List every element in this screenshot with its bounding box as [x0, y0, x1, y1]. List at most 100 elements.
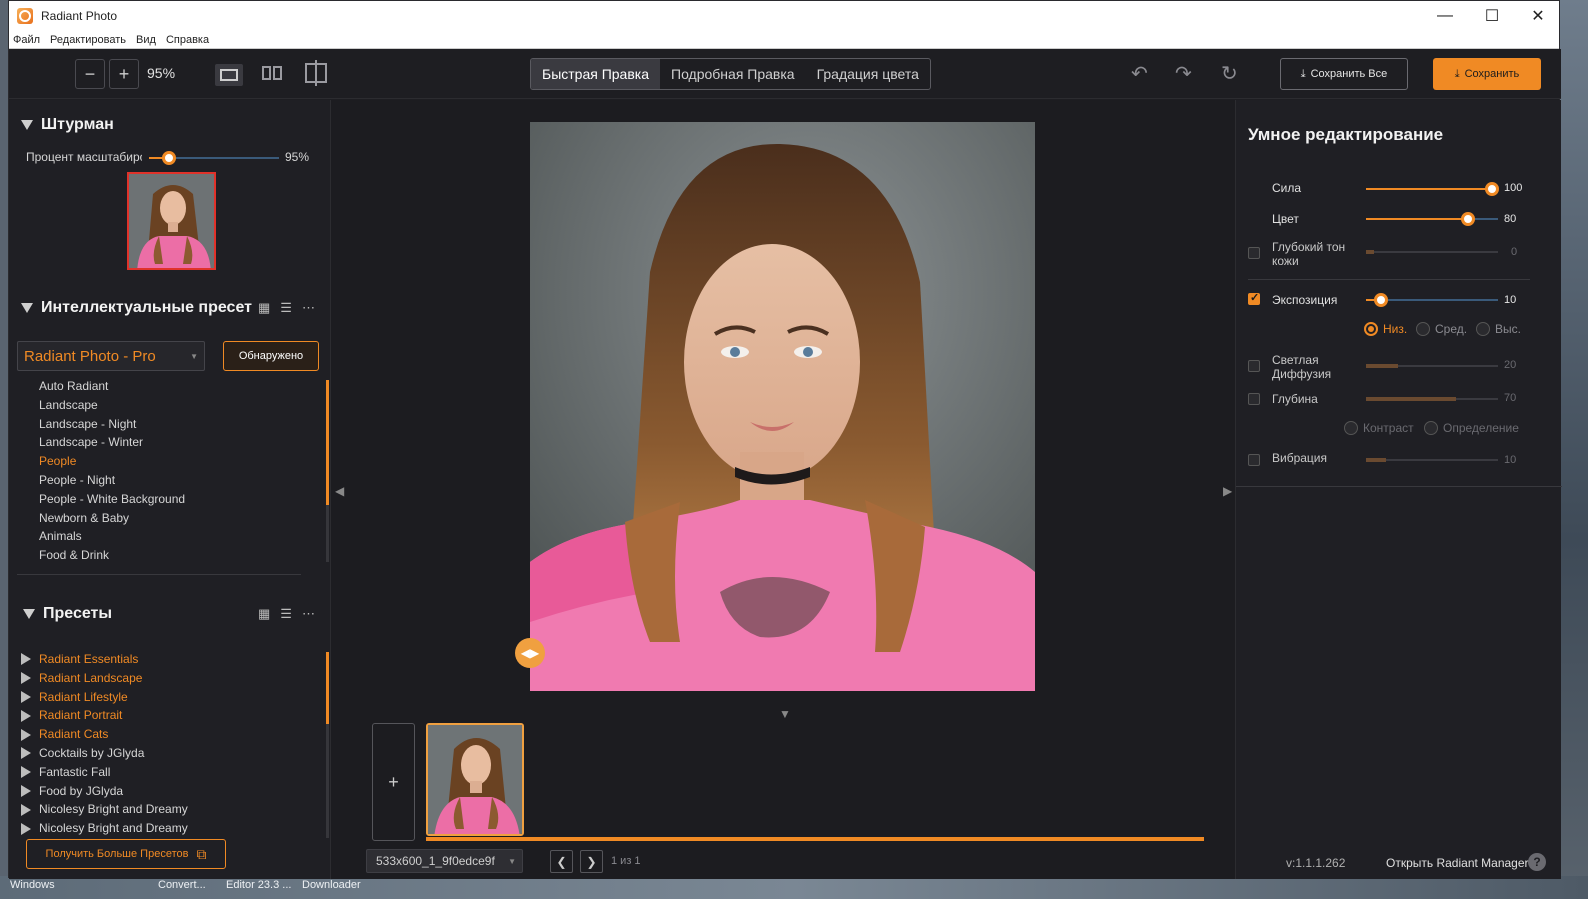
- reset-icon[interactable]: ↻: [1221, 61, 1238, 86]
- preset-group[interactable]: Radiant Cats: [21, 725, 188, 744]
- navigator-photo: [129, 174, 214, 268]
- smart-preset-dropdown-value: Radiant Photo - Pro: [24, 347, 156, 365]
- vibrance-checkbox[interactable]: [1248, 454, 1260, 466]
- depth-checkbox[interactable]: [1248, 393, 1260, 405]
- zoom-out-button[interactable]: −: [75, 59, 105, 89]
- list-item[interactable]: Food & Drink: [39, 546, 185, 565]
- preset-group[interactable]: Fantastic Fall: [21, 763, 188, 782]
- next-image-button[interactable]: ❯: [580, 850, 603, 873]
- list-view-icon[interactable]: ☰: [280, 606, 292, 622]
- preset-group[interactable]: Food by JGlyda: [21, 782, 188, 801]
- navigator-title: Штурман: [41, 116, 114, 133]
- color-slider-handle[interactable]: [1461, 212, 1475, 226]
- light-diffusion-checkbox[interactable]: [1248, 360, 1260, 372]
- filename-dropdown[interactable]: 533x600_1_9f0edce9f ▼: [366, 849, 523, 873]
- minimize-button[interactable]: —: [1422, 1, 1468, 31]
- deep-skin-tone-slider-track[interactable]: [1366, 251, 1498, 253]
- save-button[interactable]: ⤓ Сохранить: [1433, 58, 1541, 90]
- redo-icon[interactable]: ↷: [1175, 61, 1192, 86]
- grid-view-icon[interactable]: ▦: [258, 606, 270, 622]
- main-photo[interactable]: [530, 122, 1035, 691]
- split-compare-handle[interactable]: ◀▶: [515, 638, 545, 668]
- strength-slider-handle[interactable]: [1485, 182, 1499, 196]
- get-more-presets-button[interactable]: Получить Больше Пресетов ⧉: [26, 839, 226, 869]
- taskbar-item[interactable]: Windows: [10, 879, 55, 891]
- taskbar-item[interactable]: Editor 23.3 ...: [226, 879, 291, 891]
- left-panel: Штурман Процент масштабиро 95% Интеллект…: [9, 100, 331, 879]
- menu-view[interactable]: Вид: [136, 34, 156, 46]
- presets-header[interactable]: Пресеты: [23, 605, 112, 623]
- exposure-mode-low-radio[interactable]: Низ.: [1364, 322, 1407, 336]
- depth-slider-fill: [1366, 397, 1456, 401]
- depth-mode-contrast-radio[interactable]: Контраст: [1344, 421, 1414, 435]
- menu-file[interactable]: Файл: [13, 34, 40, 46]
- collapse-left-panel-icon[interactable]: ◀: [335, 484, 344, 498]
- list-item[interactable]: Landscape: [39, 396, 185, 415]
- close-button[interactable]: ✕: [1515, 1, 1561, 31]
- add-image-button[interactable]: +: [372, 723, 415, 841]
- tab-detailed-edit[interactable]: Подробная Правка: [660, 59, 806, 89]
- split-view-icon[interactable]: [262, 66, 284, 82]
- presets-scrollbar[interactable]: [326, 652, 329, 724]
- save-all-button[interactable]: ⤓ Сохранить Все: [1280, 58, 1408, 90]
- exposure-checkbox[interactable]: [1248, 291, 1260, 305]
- preset-group[interactable]: Radiant Lifestyle: [21, 688, 188, 707]
- filmstrip-thumbnail[interactable]: [426, 723, 524, 836]
- tab-quick-edit[interactable]: Быстрая Правка: [531, 59, 660, 89]
- single-view-icon[interactable]: [215, 64, 243, 86]
- app-logo-icon: [17, 8, 33, 24]
- tab-color-grading[interactable]: Градация цвета: [806, 59, 930, 89]
- expand-icon: [21, 690, 31, 703]
- smart-presets-scrollbar[interactable]: [326, 380, 329, 505]
- detected-button[interactable]: Обнаружено: [223, 341, 319, 371]
- zoom-in-button[interactable]: +: [109, 59, 139, 89]
- compare-view-icon[interactable]: [305, 60, 327, 86]
- collapse-right-panel-icon[interactable]: ▶: [1223, 484, 1232, 498]
- maximize-button[interactable]: ☐: [1469, 1, 1515, 31]
- portrait-image: [530, 122, 1035, 691]
- open-radiant-manager-link[interactable]: Открыть Radiant Manager: [1386, 856, 1529, 870]
- list-item[interactable]: People - White Background: [39, 490, 185, 509]
- preset-group[interactable]: Nicolesy Bright and Dreamy: [21, 819, 188, 838]
- radio-dot: [1476, 322, 1490, 336]
- preset-group[interactable]: Radiant Landscape: [21, 669, 188, 688]
- collapse-filmstrip-icon[interactable]: ▼: [779, 707, 791, 721]
- list-item[interactable]: Auto Radiant: [39, 377, 185, 396]
- collapse-icon: [21, 120, 33, 130]
- smart-presets-header[interactable]: Интеллектуальные пресеты: [21, 299, 253, 317]
- expand-icon: [21, 822, 31, 835]
- exposure-mode-mid-radio[interactable]: Сред.: [1416, 322, 1467, 336]
- menu-edit[interactable]: Редактировать: [50, 34, 126, 46]
- navigator-thumbnail[interactable]: [127, 172, 216, 270]
- preset-group[interactable]: Radiant Portrait: [21, 706, 188, 725]
- list-item-selected[interactable]: People: [39, 452, 185, 471]
- grid-view-icon[interactable]: ▦: [258, 300, 270, 316]
- preset-group[interactable]: Cocktails by JGlyda: [21, 744, 188, 763]
- exposure-mode-high-radio[interactable]: Выс.: [1476, 322, 1521, 336]
- light-diffusion-slider-fill: [1366, 364, 1398, 368]
- expand-icon: [21, 672, 31, 685]
- undo-icon[interactable]: ↶: [1131, 61, 1148, 86]
- smart-preset-dropdown[interactable]: Radiant Photo - Pro ▼: [17, 341, 205, 371]
- more-options-icon[interactable]: ⋯: [302, 300, 315, 316]
- list-item[interactable]: Newborn & Baby: [39, 509, 185, 528]
- zoom-slider-handle[interactable]: [162, 151, 176, 165]
- deep-skin-tone-checkbox[interactable]: [1248, 247, 1260, 259]
- taskbar-item[interactable]: Convert...: [158, 879, 206, 891]
- list-item[interactable]: Landscape - Winter: [39, 433, 185, 452]
- exposure-slider-handle[interactable]: [1374, 293, 1388, 307]
- strength-slider-track[interactable]: [1366, 188, 1498, 190]
- more-options-icon[interactable]: ⋯: [302, 606, 315, 622]
- depth-mode-definition-radio[interactable]: Определение: [1424, 421, 1519, 435]
- preset-group[interactable]: Radiant Essentials: [21, 650, 188, 669]
- list-item[interactable]: People - Night: [39, 471, 185, 490]
- taskbar-item[interactable]: Downloader: [302, 879, 361, 891]
- menu-help[interactable]: Справка: [166, 34, 209, 46]
- previous-image-button[interactable]: ❮: [550, 850, 573, 873]
- help-icon[interactable]: ?: [1528, 853, 1546, 871]
- list-item[interactable]: Animals: [39, 527, 185, 546]
- list-view-icon[interactable]: ☰: [280, 300, 292, 316]
- preset-group[interactable]: Nicolesy Bright and Dreamy: [21, 800, 188, 819]
- navigator-header[interactable]: Штурман: [21, 116, 114, 134]
- list-item[interactable]: Landscape - Night: [39, 415, 185, 434]
